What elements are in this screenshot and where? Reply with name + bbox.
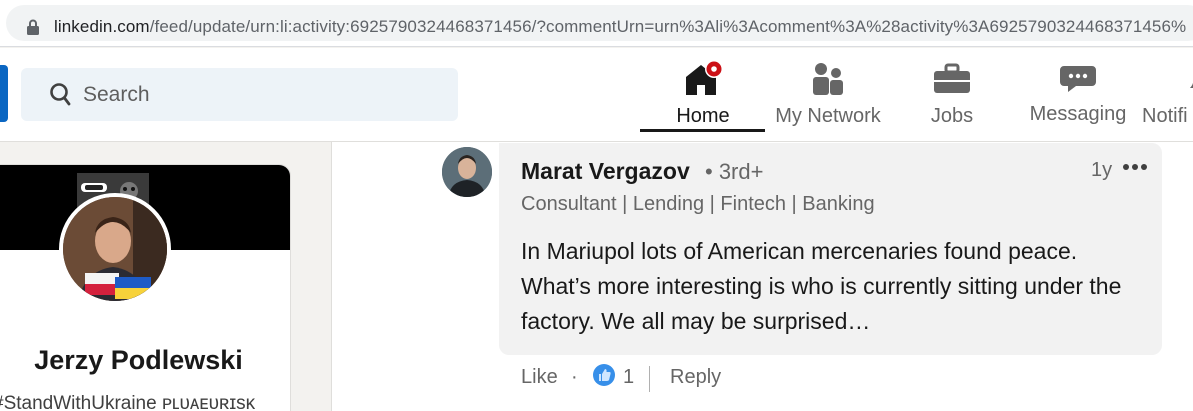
url-host: linkedin.com	[54, 17, 150, 36]
home-icon	[686, 60, 723, 95]
action-separator-dot: ·	[571, 366, 578, 388]
nav-notifications-label: Notifi	[1142, 105, 1188, 127]
briefcase-icon	[934, 63, 970, 93]
nav-jobs[interactable]: Jobs	[910, 48, 994, 142]
like-button[interactable]: Like	[521, 366, 558, 389]
global-nav: Home My Network Jobs Messaging	[0, 48, 1193, 142]
bell-icon	[1190, 82, 1193, 88]
connection-degree: • 3rd+	[705, 159, 764, 184]
linkedin-logo[interactable]	[0, 65, 8, 122]
nav-messaging[interactable]: Messaging	[1024, 48, 1132, 142]
profile-card: Jerzy Podlewski #StandWithUkraine ᴘʟᴜᴀᴇᴜ…	[0, 164, 291, 411]
nav-jobs-label: Jobs	[930, 105, 974, 127]
action-divider	[649, 366, 650, 392]
lock-icon[interactable]	[26, 19, 40, 35]
url-path: /feed/update/urn:li:activity:69257903244…	[149, 17, 1187, 36]
search-input[interactable]	[83, 68, 443, 121]
url-field[interactable]: linkedin.com/feed/update/urn:li:activity…	[6, 5, 1193, 41]
avatar[interactable]	[59, 193, 171, 305]
nav-my-network[interactable]: My Network	[766, 48, 890, 142]
messaging-icon	[1060, 66, 1096, 92]
comment-author-name[interactable]: Marat Vergazov	[521, 158, 690, 185]
nav-active-indicator	[640, 129, 765, 132]
comment-text: In Mariupol lots of American mercenaries…	[521, 238, 1122, 334]
network-icon	[813, 63, 843, 95]
browser-address-bar: linkedin.com/feed/update/urn:li:activity…	[0, 0, 1193, 47]
nav-my-network-label: My Network	[775, 105, 881, 127]
nav-messaging-label: Messaging	[1029, 103, 1127, 125]
url-text[interactable]: linkedin.com/feed/update/urn:li:activity…	[54, 17, 1186, 37]
nav-home[interactable]: Home	[660, 48, 746, 142]
like-reaction-icon[interactable]	[592, 363, 616, 387]
nav-notifications[interactable]: Notifi	[1142, 48, 1193, 142]
comment-timestamp: 1y	[1091, 159, 1113, 181]
profile-headline: #StandWithUkraine ᴘʟᴜᴀᴇᴜʀɪsᴋ	[0, 393, 256, 411]
commenter-avatar[interactable]	[442, 147, 492, 197]
nav-home-label: Home	[676, 105, 730, 127]
reaction-count[interactable]: 1	[623, 366, 634, 389]
search-box[interactable]	[21, 68, 458, 121]
comment-author-headline: Consultant | Lending | Fintech | Banking	[521, 193, 875, 215]
more-options-icon[interactable]	[1120, 155, 1150, 179]
profile-name[interactable]: Jerzy Podlewski	[0, 345, 266, 376]
reply-button[interactable]: Reply	[670, 366, 721, 389]
search-icon	[50, 83, 71, 106]
